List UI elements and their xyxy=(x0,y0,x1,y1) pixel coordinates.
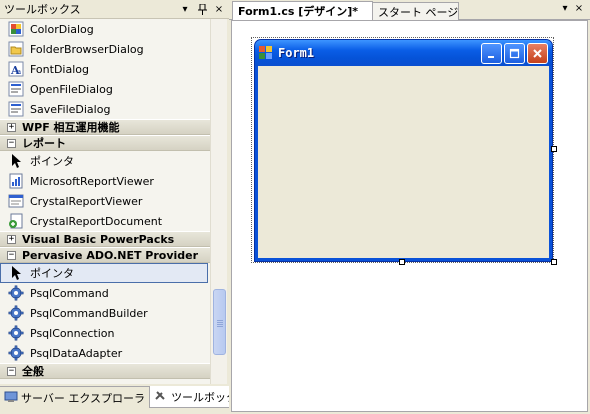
toolbox-item-label: FolderBrowserDialog xyxy=(30,42,144,56)
pointer-icon xyxy=(8,265,24,281)
designer-area: Form1.cs [デザイン]* スタート ページ ▾ × Form1 xyxy=(229,0,590,414)
tab-server-explorer[interactable]: サーバー エクスプローラ xyxy=(0,387,149,409)
close-button[interactable] xyxy=(527,42,548,64)
toolbox-tab-icon xyxy=(154,389,168,404)
crystal-document-icon xyxy=(8,213,24,229)
toolbox-item-psqlcommand[interactable]: PsqlCommand xyxy=(0,283,210,303)
category-report[interactable]: − レポート xyxy=(0,135,210,151)
gear-icon xyxy=(8,285,24,301)
toolbox-item-label: SaveFileDialog xyxy=(30,102,111,116)
form-client-area[interactable] xyxy=(258,66,549,258)
toolbox-bottom-tabs: サーバー エクスプローラ ツールボックス xyxy=(0,386,253,414)
save-file-icon xyxy=(8,101,24,117)
toolbox-item-pointer[interactable]: ポインタ xyxy=(0,151,210,171)
close-icon[interactable]: × xyxy=(212,2,226,16)
category-vb-powerpacks[interactable]: + Visual Basic PowerPacks xyxy=(0,231,210,247)
color-dialog-icon xyxy=(8,21,24,37)
expand-icon: + xyxy=(7,121,16,132)
document-tabbar: Form1.cs [デザイン]* スタート ページ ▾ × xyxy=(229,0,590,20)
maximize-button[interactable] xyxy=(504,42,525,64)
toolbox-item-label: ポインタ xyxy=(30,267,74,280)
server-explorer-icon xyxy=(4,391,18,406)
folder-browser-icon xyxy=(8,41,24,57)
category-label: レポート xyxy=(22,137,66,150)
gear-icon xyxy=(8,345,24,361)
toolbox-item-label: PsqlConnection xyxy=(30,326,115,340)
collapse-icon: − xyxy=(7,137,16,148)
toolbox-item-label: CrystalReportViewer xyxy=(30,194,143,208)
toolbox-item-label: PsqlCommand xyxy=(30,286,109,300)
toolbox-item-colordialog[interactable]: ColorDialog xyxy=(0,19,210,39)
category-label: Pervasive ADO.NET Provider xyxy=(22,248,199,262)
form-title: Form1 xyxy=(278,46,315,60)
toolbox-panel: ツールボックス ▾ × ColorDialog FolderBrowserDia… xyxy=(0,0,253,414)
toolbox-item-psqlconnection[interactable]: PsqlConnection xyxy=(0,323,210,343)
tab-label: Form1.cs [デザイン]* xyxy=(238,5,359,18)
category-pervasive-ado-net[interactable]: − Pervasive ADO.NET Provider xyxy=(0,247,210,263)
category-label: 全般 xyxy=(22,365,44,378)
minimize-icon xyxy=(488,55,494,58)
toolbox-item-label: FontDialog xyxy=(30,62,89,76)
resize-handle-bottom-right[interactable] xyxy=(551,259,557,265)
toolbox-item-crystalreportdocument[interactable]: CrystalReportDocument xyxy=(0,211,210,231)
close-icon[interactable]: × xyxy=(573,3,585,14)
autohide-pin-icon[interactable] xyxy=(195,2,209,16)
collapse-icon: − xyxy=(7,249,16,260)
crystal-viewer-icon xyxy=(8,193,24,209)
resize-handle-right[interactable] xyxy=(551,146,557,152)
tab-label: サーバー エクスプローラ xyxy=(21,392,146,405)
design-surface[interactable]: Form1 xyxy=(231,20,588,412)
close-icon xyxy=(533,48,542,58)
toolbox-item-microsoftreportviewer[interactable]: MicrosoftReportViewer xyxy=(0,171,210,191)
toolbox-item-folderbrowserdialog[interactable]: FolderBrowserDialog xyxy=(0,39,210,59)
gear-icon xyxy=(8,305,24,321)
scrollbar-thumb[interactable] xyxy=(213,289,226,355)
toolbox-item-savefiledialog[interactable]: SaveFileDialog xyxy=(0,99,210,119)
toolbox-scrollbar[interactable] xyxy=(210,19,227,384)
tab-label: スタート ページ xyxy=(378,5,459,19)
collapse-icon: − xyxy=(7,365,16,376)
window-position-dropdown-icon[interactable]: ▾ xyxy=(178,2,192,16)
toolbox-item-label: PsqlCommandBuilder xyxy=(30,306,148,320)
toolbox-item-label: MicrosoftReportViewer xyxy=(30,174,154,188)
svg-text:a: a xyxy=(17,68,21,76)
form-titlebar[interactable]: Form1 xyxy=(255,40,552,66)
category-general[interactable]: − 全般 xyxy=(0,363,210,379)
pointer-icon xyxy=(8,153,24,169)
toolbox-item-pointer-selected[interactable]: ポインタ xyxy=(0,263,208,283)
toolbox-item-label: ポインタ xyxy=(30,155,74,168)
toolbox-item-psqlcommandbuilder[interactable]: PsqlCommandBuilder xyxy=(0,303,210,323)
toolbox-item-label: PsqlDataAdapter xyxy=(30,346,123,360)
toolbox-list: ColorDialog FolderBrowserDialog Aa FontD… xyxy=(0,19,210,384)
form1-window[interactable]: Form1 xyxy=(254,39,553,262)
tab-form1-design[interactable]: Form1.cs [デザイン]* xyxy=(232,1,373,20)
expand-icon: + xyxy=(7,233,16,244)
form-app-icon xyxy=(259,46,273,60)
resize-handle-bottom[interactable] xyxy=(399,259,405,265)
toolbox-titlebar: ツールボックス ▾ × xyxy=(0,0,229,19)
toolbox-title: ツールボックス xyxy=(4,3,81,16)
toolbox-item-crystalreportviewer[interactable]: CrystalReportViewer xyxy=(0,191,210,211)
toolbox-item-label: CrystalReportDocument xyxy=(30,214,163,228)
gear-icon xyxy=(8,325,24,341)
toolbox-item-fontdialog[interactable]: Aa FontDialog xyxy=(0,59,210,79)
font-dialog-icon: Aa xyxy=(8,61,24,77)
toolbox-item-label: ColorDialog xyxy=(30,22,94,36)
report-viewer-icon xyxy=(8,173,24,189)
toolbox-item-label: OpenFileDialog xyxy=(30,82,113,96)
tab-start-page[interactable]: スタート ページ xyxy=(372,2,459,20)
category-label: WPF 相互運用機能 xyxy=(22,121,120,134)
category-wpf-interop[interactable]: + WPF 相互運用機能 xyxy=(0,119,210,135)
tab-list-dropdown-icon[interactable]: ▾ xyxy=(559,3,571,14)
category-label: Visual Basic PowerPacks xyxy=(22,232,175,246)
toolbox-item-psqldataadapter[interactable]: PsqlDataAdapter xyxy=(0,343,210,363)
minimize-button[interactable] xyxy=(481,42,502,64)
toolbox-item-openfiledialog[interactable]: OpenFileDialog xyxy=(0,79,210,99)
open-file-icon xyxy=(8,81,24,97)
maximize-icon xyxy=(509,48,520,58)
